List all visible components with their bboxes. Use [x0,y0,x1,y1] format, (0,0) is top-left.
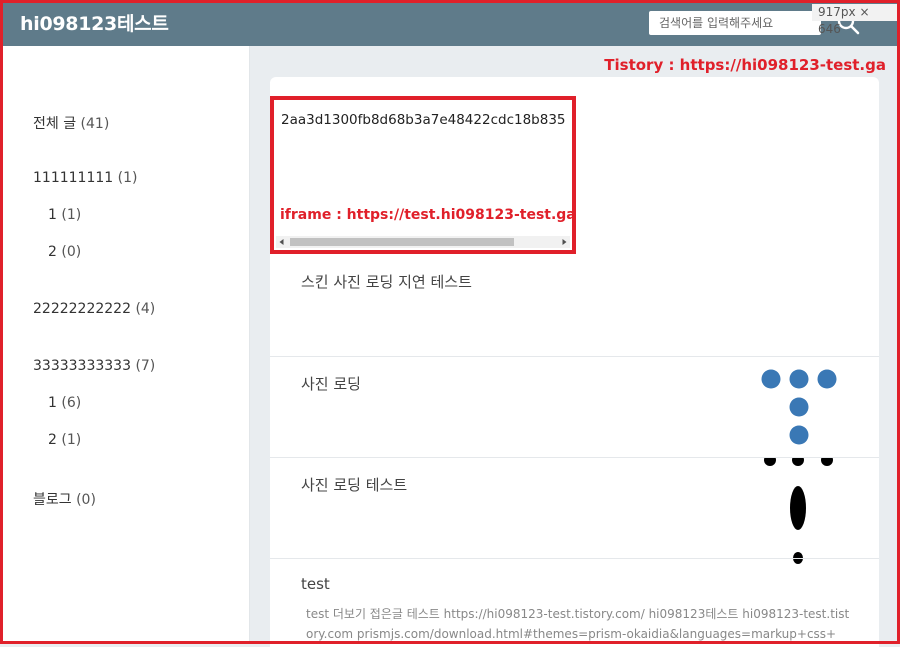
post-divider [270,356,879,357]
post-divider [270,558,879,559]
scrollbar-thumb[interactable] [290,238,514,246]
category-item-22222222222[interactable]: 22222222222 (4) [33,301,155,317]
category-item-blog[interactable]: 블로그 (0) [33,489,96,509]
dimension-tooltip: 917px × 646 [812,4,900,36]
embedded-iframe[interactable]: 2aa3d1300fb8d68b3a7e48422cdc18b835 ifram… [270,96,576,254]
post-title[interactable]: 스킨 사진 로딩 지연 테스트 [301,271,472,292]
category-sidebar: 전체 글 (41) 111111111 (1) 1 (1) 2 (0) 2222… [3,46,250,641]
subcategory-item[interactable]: 1 (1) [48,207,81,223]
blog-title[interactable]: hi098123테스트 [20,9,169,36]
subcategory-item[interactable]: 2 (1) [48,432,81,448]
post-thumbnail-image[interactable] [760,458,840,568]
category-item-111111111[interactable]: 111111111 (1) [33,170,137,186]
iframe-hash-text: 2aa3d1300fb8d68b3a7e48422cdc18b835 [281,112,566,128]
horizontal-scrollbar[interactable] [276,236,570,248]
post-excerpt: test 더보기 접은글 테스트 https://hi098123-test.t… [306,607,850,641]
scroll-left-arrow-icon[interactable] [276,236,288,248]
subcategory-item[interactable]: 2 (0) [48,244,81,260]
category-item-33333333333[interactable]: 33333333333 (7) [33,358,155,374]
post-title[interactable]: test [301,575,330,593]
post-title[interactable]: 사진 로딩 테스트 [301,474,407,495]
tistory-url-annotation: Tistory : https://hi098123-test.ga [604,56,886,74]
subcategory-item[interactable]: 1 (6) [48,395,81,411]
iframe-url-annotation: iframe : https://test.hi098123-test.ga [280,207,576,223]
post-title[interactable]: 사진 로딩 [301,373,361,394]
search-input[interactable] [649,11,821,35]
scroll-right-arrow-icon[interactable] [558,236,570,248]
blog-header: hi098123테스트 [0,0,900,46]
category-item-all[interactable]: 전체 글 (41) [33,113,109,133]
post-thumbnail-dots[interactable] [755,365,845,455]
